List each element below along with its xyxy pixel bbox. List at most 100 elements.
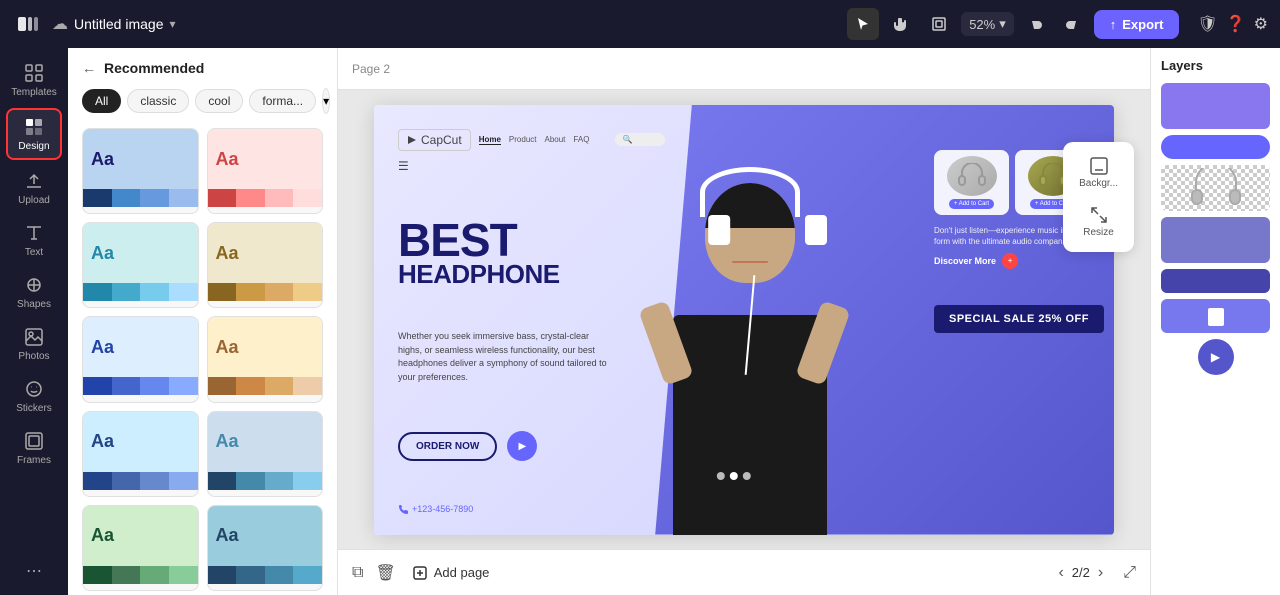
theme-card-9[interactable]: Aa (82, 505, 199, 591)
dot-3 (743, 472, 751, 480)
carousel-dots (717, 472, 751, 480)
app-logo (12, 8, 44, 40)
filter-tab-classic[interactable]: classic (127, 89, 189, 113)
topbar-right-icons: 🛡 ❓ ⚙ (1197, 14, 1268, 34)
theme-card-2[interactable]: Aa (207, 128, 324, 214)
page-navigation: ‹ 2/2 › (1058, 564, 1103, 582)
sidebar-item-upload[interactable]: Upload (6, 164, 62, 212)
sidebar-item-text-label: Text (25, 247, 43, 258)
page-label: Page 2 (352, 62, 390, 76)
nav-about: About (545, 135, 566, 144)
ad-heading: BEST HEADPHONE (398, 220, 665, 287)
nav-faq: FAQ (573, 135, 589, 144)
undo-redo-group (1020, 8, 1088, 40)
sidebar-item-shapes-label: Shapes (17, 299, 51, 310)
panel-back-button[interactable]: ← (82, 60, 96, 76)
layer-item-5[interactable] (1161, 269, 1270, 293)
ad-logo: CapCut (398, 129, 471, 151)
topbar-tools: 52% ▾ ↑ Export 🛡 ❓ ⚙ (847, 8, 1268, 40)
background-tool[interactable]: Backgr... (1071, 150, 1126, 195)
help-icon[interactable]: ❓ (1226, 14, 1246, 34)
export-button[interactable]: ↑ Export (1094, 10, 1180, 39)
main-layout: Templates Design Upload Text Shapes Phot… (0, 48, 1280, 595)
zoom-control[interactable]: 52% ▾ (961, 12, 1014, 36)
resize-tool[interactable]: Resize (1075, 199, 1122, 244)
ad-actions: ORDER NOW ▶ (398, 431, 665, 461)
ad-left-panel: CapCut Home Product About FAQ 🔍 ☰ (374, 105, 685, 535)
theme-card-10[interactable]: Aa (207, 505, 324, 591)
nav-home: Home (479, 135, 501, 145)
layer-item-play[interactable]: ▶ (1198, 339, 1234, 375)
sidebar-item-frames[interactable]: Frames (6, 424, 62, 472)
filter-more-button[interactable]: ▾ (322, 88, 330, 114)
nav-search[interactable]: 🔍 (615, 133, 665, 146)
delete-icon[interactable]: 🗑 (375, 563, 395, 583)
layer-item-phone[interactable] (1161, 299, 1270, 333)
add-page-button[interactable]: Add page (412, 565, 490, 581)
settings-icon[interactable]: ⚙ (1254, 14, 1268, 34)
dot-1 (717, 472, 725, 480)
redo-button[interactable] (1056, 8, 1088, 40)
sidebar-item-photos[interactable]: Photos (6, 320, 62, 368)
panel-title: Recommended (104, 60, 204, 76)
next-page-button[interactable]: › (1098, 564, 1103, 582)
layer-item-3[interactable] (1161, 165, 1270, 211)
layers-title: Layers (1161, 58, 1270, 73)
layers-panel: Layers ▶ (1150, 48, 1280, 595)
sidebar-item-frames-label: Frames (17, 455, 51, 466)
layer-item-4[interactable] (1161, 217, 1270, 263)
theme-card-3[interactable]: Aa (82, 222, 199, 308)
sidebar-item-design-label: Design (18, 141, 49, 152)
nav-hamburger[interactable]: ☰ (398, 159, 409, 173)
prev-page-button[interactable]: ‹ (1058, 564, 1063, 582)
mini-toolbar: Backgr... Resize (1063, 142, 1134, 252)
filter-tab-all[interactable]: All (82, 89, 121, 113)
layer-item-1[interactable] (1161, 83, 1270, 129)
add-to-cart-silver[interactable]: + Add to Cart (949, 199, 994, 209)
theme-card-1[interactable]: Aa (82, 128, 199, 214)
frame-tool-button[interactable] (923, 8, 955, 40)
undo-button[interactable] (1020, 8, 1052, 40)
sidebar-item-templates[interactable]: Templates (6, 56, 62, 104)
sidebar-item-photos-label: Photos (18, 351, 49, 362)
zoom-level: 52% (969, 17, 995, 32)
special-sale-banner: SPECIAL SALE 25% OFF (934, 305, 1104, 333)
play-button[interactable]: ▶ (507, 431, 537, 461)
canvas-page[interactable]: CapCut Home Product About FAQ 🔍 ☰ (374, 105, 1114, 535)
duplicate-icon[interactable]: ⧉ (352, 564, 363, 582)
fit-button[interactable]: ⤢ (1123, 564, 1136, 582)
export-icon: ↑ (1110, 17, 1117, 32)
topbar: ☁ Untitled image ▾ 52% ▾ ↑ Export (0, 0, 1280, 48)
theme-card-4[interactable]: Aa (207, 222, 324, 308)
filter-tab-forma[interactable]: forma... (249, 89, 316, 113)
sidebar-item-more[interactable]: ⋯ (6, 555, 62, 587)
theme-card-8[interactable]: Aa (207, 411, 324, 497)
left-panel: ← Recommended All classic cool forma... … (68, 48, 338, 595)
sidebar-icons: Templates Design Upload Text Shapes Phot… (0, 48, 68, 595)
theme-card-6[interactable]: Aa (207, 316, 324, 402)
sidebar-item-text[interactable]: Text (6, 216, 62, 264)
document-title: Untitled image (74, 16, 164, 32)
page-indicator: 2/2 (1072, 565, 1090, 580)
sidebar-item-design[interactable]: Design (6, 108, 62, 160)
theme-card-5[interactable]: Aa (82, 316, 199, 402)
discover-more-button[interactable]: Discover More + (934, 253, 1104, 269)
title-area[interactable]: ☁ Untitled image ▾ (52, 14, 176, 34)
headphone-card-silver[interactable]: + Add to Cart (934, 150, 1009, 215)
order-now-button[interactable]: ORDER NOW (398, 432, 497, 461)
filter-tab-cool[interactable]: cool (195, 89, 243, 113)
background-tool-label: Backgr... (1079, 178, 1118, 189)
ad-container: CapCut Home Product About FAQ 🔍 ☰ (374, 105, 1114, 535)
nav-product: Product (509, 135, 537, 144)
ad-subtext: Whether you seek immersive bass, crystal… (398, 330, 608, 384)
sidebar-item-stickers[interactable]: Stickers (6, 372, 62, 420)
cursor-tool-button[interactable] (847, 8, 879, 40)
hand-tool-button[interactable] (885, 8, 917, 40)
sidebar-item-upload-label: Upload (18, 195, 50, 206)
canvas-scroll[interactable]: Backgr... Resize (338, 90, 1150, 549)
theme-card-7[interactable]: Aa (82, 411, 199, 497)
layer-item-2[interactable] (1161, 135, 1270, 159)
sidebar-item-shapes[interactable]: Shapes (6, 268, 62, 316)
shield-icon[interactable]: 🛡 (1197, 14, 1217, 34)
resize-tool-label: Resize (1083, 227, 1114, 238)
